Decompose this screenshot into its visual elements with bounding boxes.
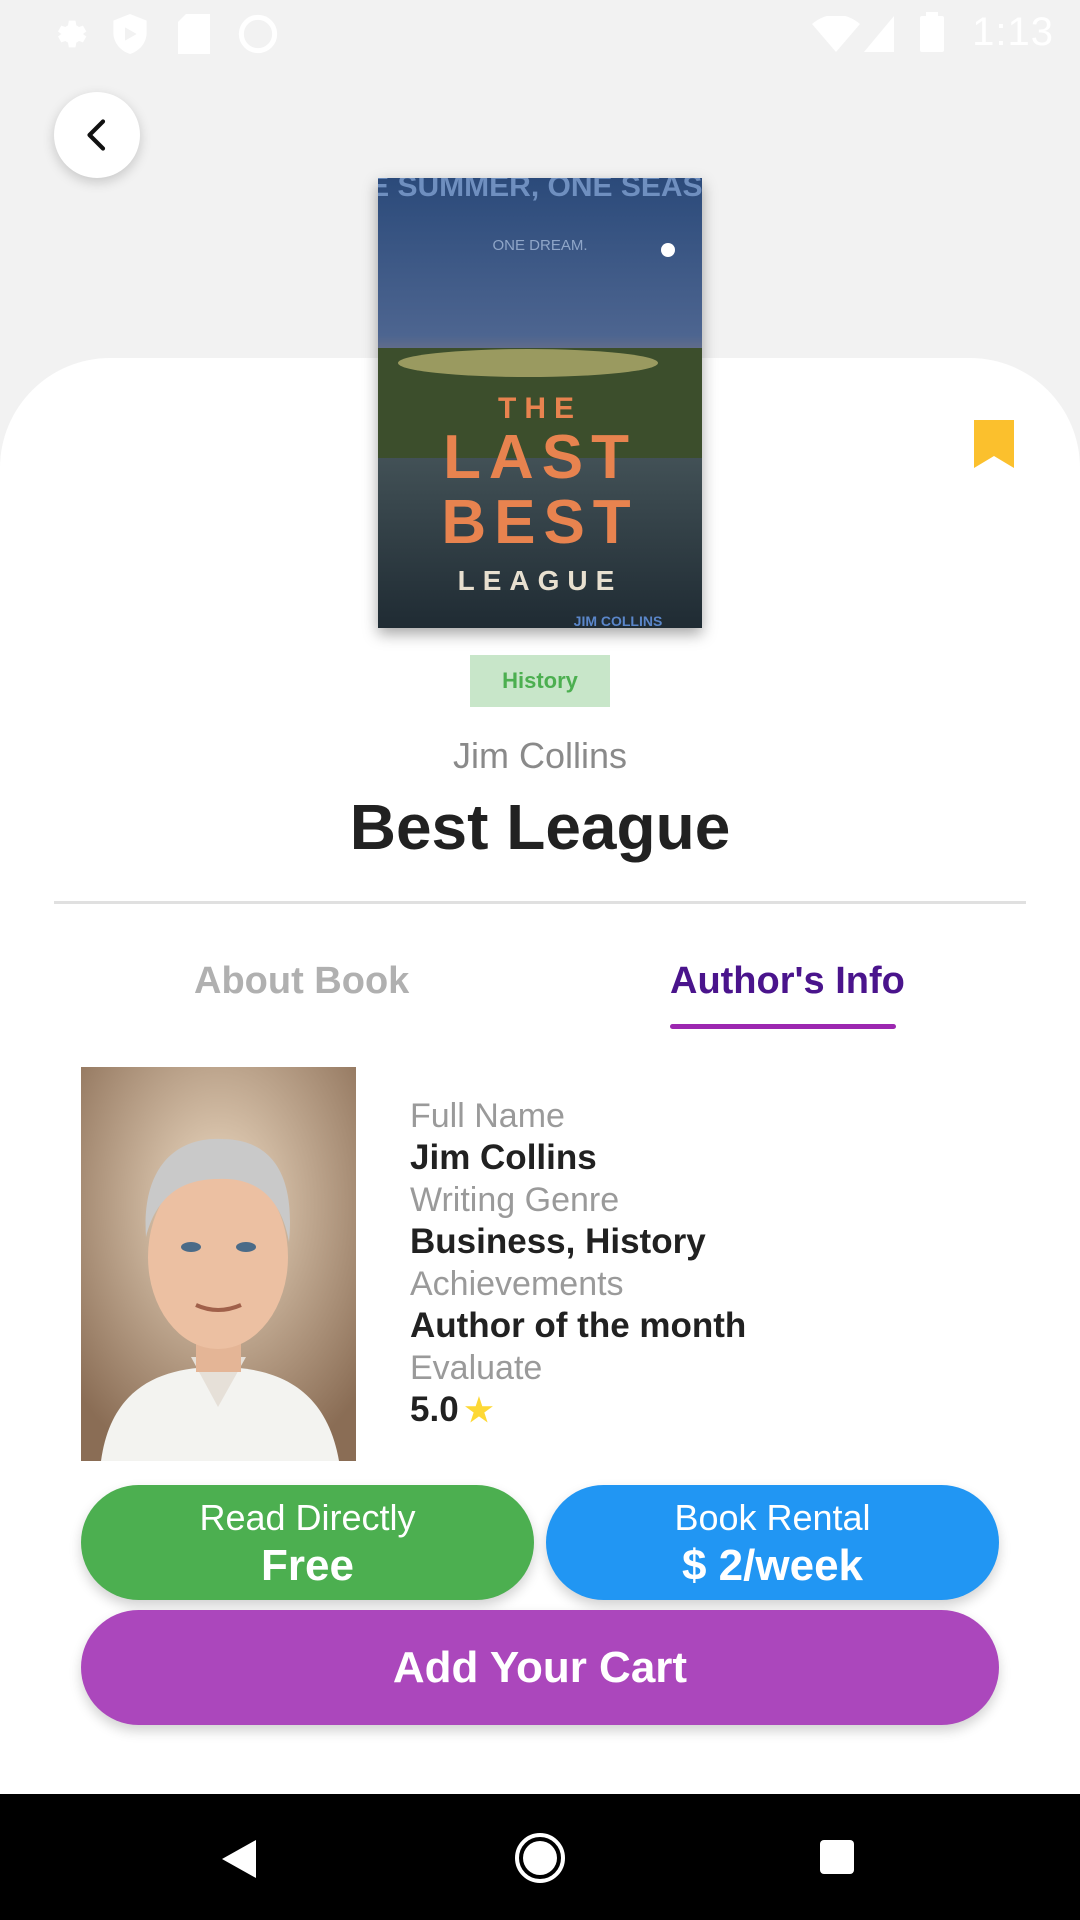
cover-sub-text: ONE DREAM. xyxy=(492,237,587,254)
battery-icon xyxy=(920,12,944,52)
add-to-cart-button[interactable]: Add Your Cart xyxy=(81,1610,999,1725)
cover-title-line: THE xyxy=(498,392,582,425)
book-title: Best League xyxy=(349,791,731,863)
book-author: Jim Collins xyxy=(452,735,628,776)
wifi-icon xyxy=(812,16,860,52)
cover-top-text: ONE SUMMER, ONE SEASON, xyxy=(378,178,702,203)
read-directly-label: Read Directly xyxy=(199,1497,416,1538)
back-button[interactable] xyxy=(54,92,140,178)
author-info-list: Full Name Jim Collins Writing Genre Busi… xyxy=(410,1095,746,1431)
status-bar: 1:13 xyxy=(0,0,1080,62)
cover-title-line: LAST xyxy=(443,423,637,492)
system-nav-bar xyxy=(0,1794,1080,1920)
evaluate-label: Evaluate xyxy=(410,1349,543,1387)
book-cover: ONE SUMMER, ONE SEASON, ONE DREAM. THE L… xyxy=(378,178,702,628)
cover-author: JIM COLLINS xyxy=(574,613,663,628)
cover-title-line: LEAGUE xyxy=(458,565,623,596)
sync-icon xyxy=(238,14,278,54)
clock: 1:13 xyxy=(972,10,1054,54)
signal-icon xyxy=(864,16,894,52)
active-tab-indicator xyxy=(670,1024,896,1029)
read-directly-button[interactable]: Read Directly Free xyxy=(81,1485,534,1600)
settings-icon xyxy=(58,20,87,48)
star-icon: ★ xyxy=(464,1392,494,1428)
book-rental-button[interactable]: Book Rental $ 2/week xyxy=(546,1485,999,1600)
nav-recents-icon[interactable] xyxy=(820,1840,854,1874)
author-photo xyxy=(81,1067,356,1461)
book-rental-price: $ 2/week xyxy=(681,1541,864,1590)
cover-title-line: BEST xyxy=(441,488,638,557)
shield-icon xyxy=(113,14,147,54)
achievements-value: Author of the month xyxy=(410,1306,747,1345)
tab-authors-info[interactable]: Author's Info xyxy=(670,960,905,1003)
chevron-left-icon xyxy=(87,119,106,151)
sd-card-icon xyxy=(178,14,210,54)
read-directly-price: Free xyxy=(261,1541,354,1590)
book-rental-label: Book Rental xyxy=(674,1497,871,1538)
nav-home-icon[interactable] xyxy=(514,1832,566,1884)
full-name-label: Full Name xyxy=(410,1097,565,1135)
full-name-value: Jim Collins xyxy=(410,1138,597,1177)
bookmark-icon[interactable] xyxy=(974,420,1014,468)
divider xyxy=(54,901,1026,904)
achievements-label: Achievements xyxy=(410,1265,624,1303)
rating-row: 5.0 ★ xyxy=(410,1389,746,1431)
genre-badge: History xyxy=(470,655,610,707)
tab-about-book[interactable]: About Book xyxy=(194,960,409,1003)
writing-genre-value: Business, History xyxy=(410,1222,706,1261)
nav-back-icon[interactable] xyxy=(222,1840,256,1878)
rating-value: 5.0 xyxy=(410,1390,459,1429)
writing-genre-label: Writing Genre xyxy=(410,1181,620,1219)
